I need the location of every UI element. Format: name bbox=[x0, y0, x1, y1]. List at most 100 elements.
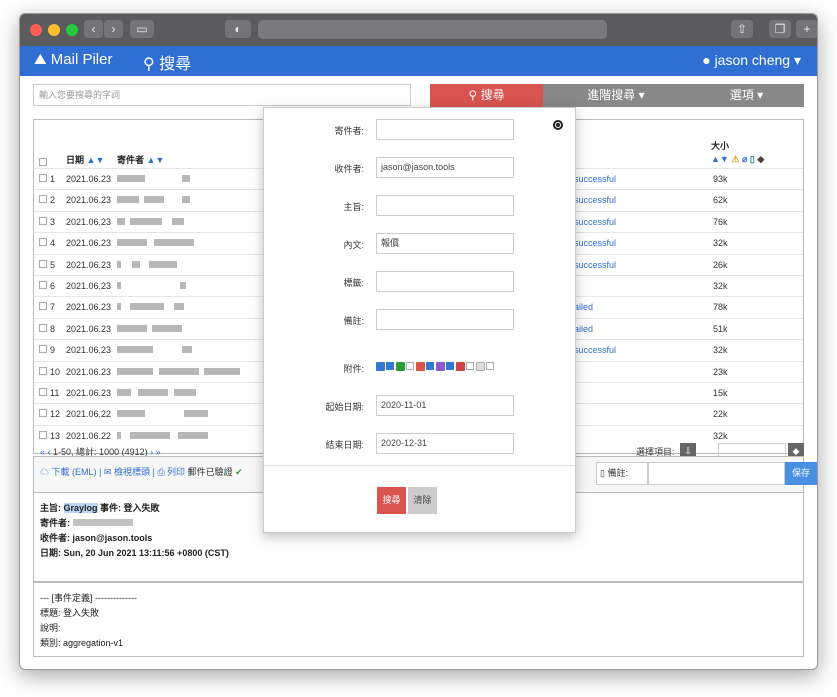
modal-note-input[interactable] bbox=[376, 309, 514, 330]
redacted-sender bbox=[117, 431, 121, 439]
size-header[interactable]: 大小 bbox=[711, 139, 729, 152]
header-from: 寄件者: bbox=[40, 516, 133, 529]
address-bar[interactable] bbox=[258, 20, 607, 39]
row-checkbox[interactable] bbox=[39, 430, 47, 439]
modal-body-input[interactable]: 報價 bbox=[376, 233, 514, 254]
close-window-button[interactable] bbox=[30, 24, 42, 36]
save-note-button[interactable]: 保存 bbox=[785, 462, 817, 485]
brand[interactable]: ⛰ Mail Piler bbox=[34, 51, 112, 68]
redacted-sender bbox=[180, 282, 186, 289]
options-button[interactable]: 選項 ▾ bbox=[689, 84, 804, 107]
modal-start-date-label: 起始日期: bbox=[325, 402, 364, 412]
print-link[interactable]: 列印 bbox=[167, 467, 185, 477]
row-checkbox[interactable] bbox=[39, 366, 47, 375]
sender-header[interactable]: 寄件者 ▲▼ bbox=[117, 153, 164, 166]
generic-file-icon bbox=[476, 362, 485, 371]
row-status[interactable]: ailed bbox=[574, 324, 593, 334]
search-icon: ⚲ bbox=[468, 88, 478, 102]
options-label: 選項 bbox=[729, 88, 754, 102]
modal-search-button[interactable]: 搜尋 bbox=[377, 487, 406, 514]
redacted-sender bbox=[132, 260, 140, 268]
redacted-sender bbox=[172, 217, 184, 225]
modal-tag-input[interactable] bbox=[376, 271, 514, 292]
row-size: 15k bbox=[713, 388, 728, 398]
redacted-sender bbox=[182, 196, 190, 204]
nav-search-link[interactable]: ⚲ 搜尋 bbox=[143, 50, 191, 74]
row-checkbox[interactable] bbox=[39, 409, 47, 418]
row-status[interactable]: successful bbox=[574, 195, 616, 205]
row-checkbox[interactable] bbox=[39, 323, 47, 332]
modal-sender-label: 寄件者: bbox=[334, 126, 364, 136]
body-line: --- [事件定義] -------------- bbox=[40, 593, 137, 603]
row-checkbox[interactable] bbox=[39, 216, 47, 225]
user-name: jason cheng bbox=[714, 52, 791, 68]
row-checkbox[interactable] bbox=[39, 174, 47, 182]
zoom-window-button[interactable] bbox=[66, 24, 78, 36]
modal-attachment-label: 附件: bbox=[343, 364, 364, 374]
modal-subject-input[interactable] bbox=[376, 195, 514, 216]
attachment-word-checkbox[interactable] bbox=[386, 362, 394, 370]
forward-icon[interactable]: › bbox=[104, 20, 123, 38]
redacted-sender bbox=[130, 431, 170, 439]
modal-clear-button[interactable]: 清除 bbox=[408, 487, 437, 514]
note-input[interactable] bbox=[648, 462, 785, 485]
row-status[interactable]: ailed bbox=[574, 302, 593, 312]
row-status[interactable]: successful bbox=[574, 238, 616, 248]
row-checkbox[interactable] bbox=[39, 281, 47, 289]
cloud-download-icon[interactable]: ☁ bbox=[40, 467, 49, 477]
share-icon[interactable]: ⇧ bbox=[731, 20, 753, 38]
row-size: 32k bbox=[713, 238, 728, 249]
sidebar-icon[interactable]: ▭ bbox=[130, 20, 154, 38]
search-input[interactable]: 輸入您要搜尋的字詞 bbox=[33, 84, 411, 106]
date-header[interactable]: 日期 ▲▼ bbox=[66, 153, 104, 166]
user-menu[interactable]: ● jason cheng ▾ bbox=[702, 52, 801, 69]
row-status[interactable]: successful bbox=[574, 260, 616, 270]
row-status[interactable]: successful bbox=[574, 217, 616, 227]
sort-up-icon[interactable]: ▲ bbox=[711, 154, 720, 164]
sort-down-icon[interactable]: ▼ bbox=[155, 155, 164, 165]
close-icon[interactable] bbox=[553, 120, 563, 130]
attachment-other-checkbox[interactable] bbox=[486, 362, 494, 370]
row-status[interactable]: successful bbox=[574, 345, 616, 355]
privacy-icon[interactable]: ◐ bbox=[225, 20, 251, 38]
modal-sender-input[interactable] bbox=[376, 119, 514, 140]
modal-recipient-input[interactable]: jason@jason.tools bbox=[376, 157, 514, 178]
row-checkbox[interactable] bbox=[39, 195, 47, 204]
row-size: 32k bbox=[713, 345, 728, 356]
attachment-image-checkbox[interactable] bbox=[446, 362, 454, 370]
row-checkbox[interactable] bbox=[39, 345, 47, 354]
redacted-sender bbox=[204, 367, 240, 375]
envelope-icon[interactable]: ✉ bbox=[104, 467, 112, 477]
search-button[interactable]: ⚲ 搜尋 bbox=[430, 84, 543, 107]
modal-start-date-input[interactable]: 2020-11-01 bbox=[376, 395, 514, 416]
redacted-sender bbox=[117, 303, 121, 311]
minimize-window-button[interactable] bbox=[48, 24, 60, 36]
advanced-search-button[interactable]: 進階搜尋 ▾ bbox=[543, 84, 689, 107]
download-eml-link[interactable]: 下載 (EML) bbox=[52, 467, 97, 477]
redacted-sender bbox=[159, 367, 199, 375]
attachment-pdf-checkbox[interactable] bbox=[426, 362, 434, 370]
select-all-checkbox[interactable] bbox=[39, 158, 47, 166]
row-number: 11 bbox=[50, 388, 60, 398]
row-checkbox[interactable] bbox=[39, 388, 47, 396]
new-tab-icon[interactable]: + bbox=[796, 20, 817, 38]
row-checkbox[interactable] bbox=[39, 238, 47, 247]
back-icon[interactable]: ‹ bbox=[84, 20, 103, 38]
attachment-archive-checkbox[interactable] bbox=[466, 362, 474, 370]
view-headers-link[interactable]: 檢視標頭 bbox=[114, 467, 150, 477]
modal-end-date-input[interactable]: 2020-12-31 bbox=[376, 433, 514, 454]
tabs-icon[interactable]: ❐ bbox=[769, 20, 791, 38]
row-checkbox[interactable] bbox=[39, 259, 47, 268]
print-icon[interactable]: ⎙ bbox=[157, 467, 164, 477]
row-number: 8 bbox=[50, 323, 56, 334]
row-checkbox[interactable] bbox=[39, 302, 47, 311]
redacted-sender bbox=[174, 389, 196, 396]
redacted-sender bbox=[117, 239, 147, 247]
row-status[interactable]: successful bbox=[574, 174, 616, 184]
sort-down-icon[interactable]: ▼ bbox=[95, 155, 104, 165]
row-date: 2021.06.23 bbox=[66, 388, 112, 398]
attachment-excel-checkbox[interactable] bbox=[406, 362, 414, 370]
sort-down-icon[interactable]: ▼ bbox=[720, 154, 729, 164]
row-number: 6 bbox=[50, 281, 56, 291]
header-subject: 主旨: Graylog 事件: 登入失敗 bbox=[40, 501, 160, 514]
